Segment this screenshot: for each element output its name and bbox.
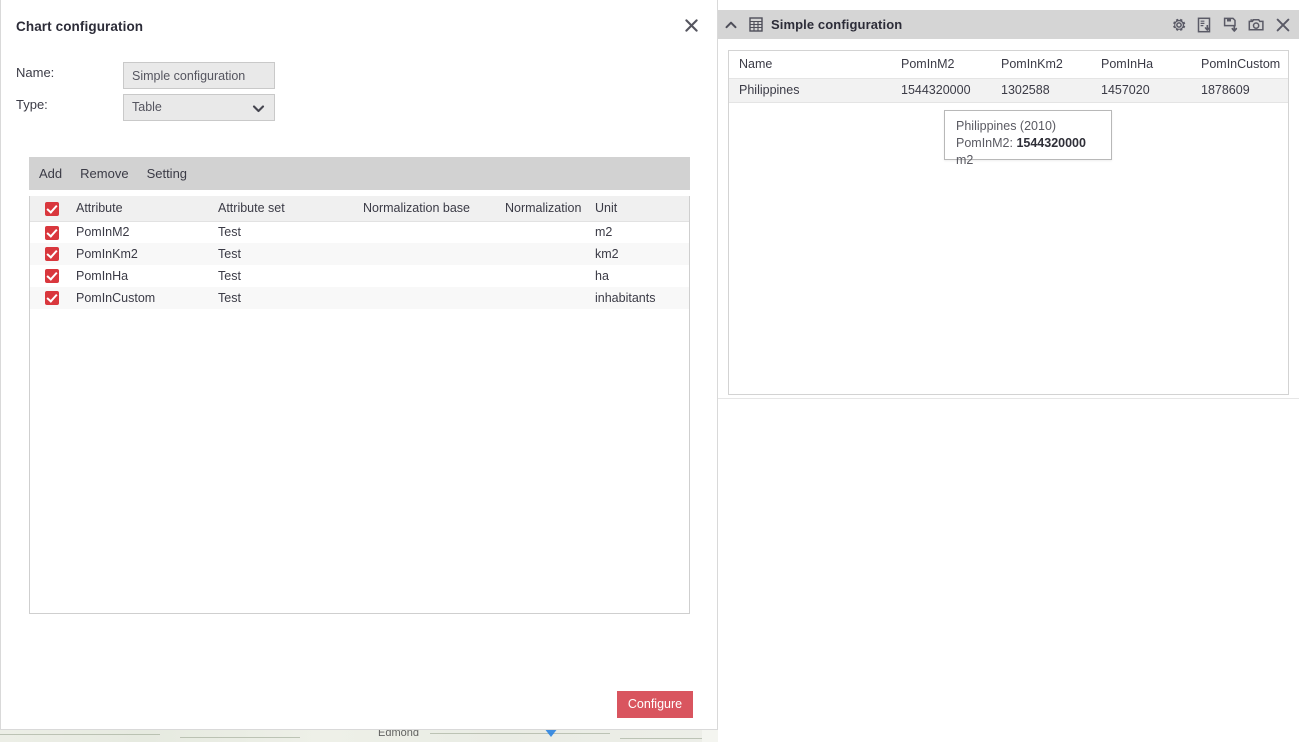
cell-attribute-set: Test [218,269,241,283]
export-document-icon[interactable] [1196,16,1213,33]
cell-unit: km2 [595,247,619,261]
chart-render-area: Name PomInM2 PomInKm2 PomInHa PomInCusto… [728,50,1289,395]
row-checkbox[interactable] [45,247,59,262]
cell-attribute: PomInCustom [76,291,156,305]
attribute-table-head: Attribute Attribute set Normalization ba… [30,196,689,222]
cell-unit: m2 [595,225,613,240]
page-title: Chart configuration [16,19,144,34]
cell-attribute-set: Test [218,291,241,305]
table-row[interactable]: PomInCustom Test inhabitants [30,287,689,309]
table-header-row: Attribute Attribute set Normalization ba… [30,196,689,222]
tooltip-line-1: Philippines (2010) [956,119,1057,133]
type-label: Type: [16,97,48,112]
column-header-normalization-base[interactable]: Normalization base [363,196,505,222]
row-checkbox[interactable] [45,269,59,284]
tooltip-metric-label: PomInM2: [956,136,1017,150]
app-root: Edmond Chart configuration Name: Type: T… [0,0,1299,742]
cell-normalization-base [363,265,505,287]
cell-pomincustom: 1878609 [1191,78,1288,103]
cell-normalization-base [363,221,505,243]
column-header-pominm2[interactable]: PomInM2 [891,51,991,79]
tooltip-metric-unit: m2 [956,153,974,167]
column-header-pominkm2[interactable]: PomInKm2 [991,51,1091,79]
cell-normalization [505,243,595,265]
table-row[interactable]: PomInKm2 Test km2 [30,243,689,265]
table-row[interactable]: Philippines 1544320000 1302588 1457020 1… [729,78,1288,103]
tooltip-metric-value: 1544320000 [1016,136,1086,150]
cell-attribute-set: Test [218,247,241,261]
chart-configuration-dialog: Chart configuration Name: Type: Table [0,0,718,730]
attribute-table-container: Attribute Attribute set Normalization ba… [29,196,690,614]
data-tooltip: Philippines (2010) PomInM2: 1544320000 m… [944,110,1112,167]
panel-title: Simple configuration [771,17,903,32]
column-header-attribute-set[interactable]: Attribute set [218,196,363,222]
configure-button[interactable]: Configure [617,691,693,718]
panel-actions [1170,10,1291,39]
table-row[interactable]: PomInHa Test ha [30,265,689,287]
cell-attribute: PomInM2 [76,225,130,240]
select-all-checkbox[interactable] [45,201,59,216]
column-header-attribute[interactable]: Attribute [76,196,218,222]
cell-normalization [505,287,595,309]
row-checkbox-cell [30,243,76,265]
row-checkbox[interactable] [45,225,59,240]
cell-pominkm2: 1302588 [991,78,1091,103]
name-input[interactable] [123,62,275,89]
cell-attribute: PomInHa [76,269,129,283]
save-disk-icon[interactable] [1222,16,1239,33]
result-table-head: Name PomInM2 PomInKm2 PomInHa PomInCusto… [729,51,1288,79]
tooltip-line-2: PomInM2: 1544320000 m2 [956,135,1101,169]
close-icon[interactable] [1274,16,1291,33]
close-icon[interactable] [679,13,703,37]
cell-name: Philippines [729,78,891,103]
setting-button[interactable]: Setting [138,157,196,190]
background-map: Edmond [0,728,717,742]
cell-attribute-set: Test [218,225,241,240]
cell-unit: ha [595,269,609,283]
attribute-table: Attribute Attribute set Normalization ba… [30,196,689,309]
row-checkbox-cell [30,221,76,243]
row-checkbox-cell [30,265,76,287]
cell-pominha: 1457020 [1091,78,1191,103]
column-header-pominha[interactable]: PomInHa [1091,51,1191,79]
cell-unit: inhabitants [595,291,656,305]
column-header-pomincustom[interactable]: PomInCustom [1191,51,1288,79]
result-data-table: Name PomInM2 PomInKm2 PomInHa PomInCusto… [729,51,1288,103]
table-row[interactable]: PomInM2 Test m2 [30,221,689,243]
attribute-table-body: PomInM2 Test m2 PomInKm2 Test km2 PomInH… [30,221,689,309]
name-label: Name: [16,65,55,80]
table-header-row: Name PomInM2 PomInKm2 PomInHa PomInCusto… [729,51,1288,79]
remove-button[interactable]: Remove [71,157,137,190]
panel-header: Simple configuration [718,10,1299,39]
attribute-toolbar: Add Remove Setting [29,157,690,190]
gear-icon[interactable] [1170,16,1187,33]
result-table-body: Philippines 1544320000 1302588 1457020 1… [729,78,1288,103]
cell-normalization [505,221,595,243]
row-checkbox-cell [30,287,76,309]
type-select-value: Table [132,100,162,114]
cell-normalization-base [363,243,505,265]
cell-attribute: PomInKm2 [76,247,138,261]
camera-icon[interactable] [1248,16,1265,33]
column-header-unit[interactable]: Unit [595,196,689,222]
column-header-name[interactable]: Name [729,51,891,79]
chevron-down-icon [251,100,266,125]
chevron-up-icon[interactable] [718,10,744,39]
cell-pominm2: 1544320000 [891,78,991,103]
cell-normalization [505,265,595,287]
table-grid-icon [744,10,768,39]
type-select[interactable]: Table [123,94,275,121]
column-header-normalization[interactable]: Normalization [505,196,595,222]
row-checkbox[interactable] [45,291,59,306]
add-button[interactable]: Add [29,157,71,190]
chart-result-panel: Simple configuration Name PomInM2 PomInK… [718,10,1299,399]
select-all-header [30,196,76,222]
cell-normalization-base [363,287,505,309]
